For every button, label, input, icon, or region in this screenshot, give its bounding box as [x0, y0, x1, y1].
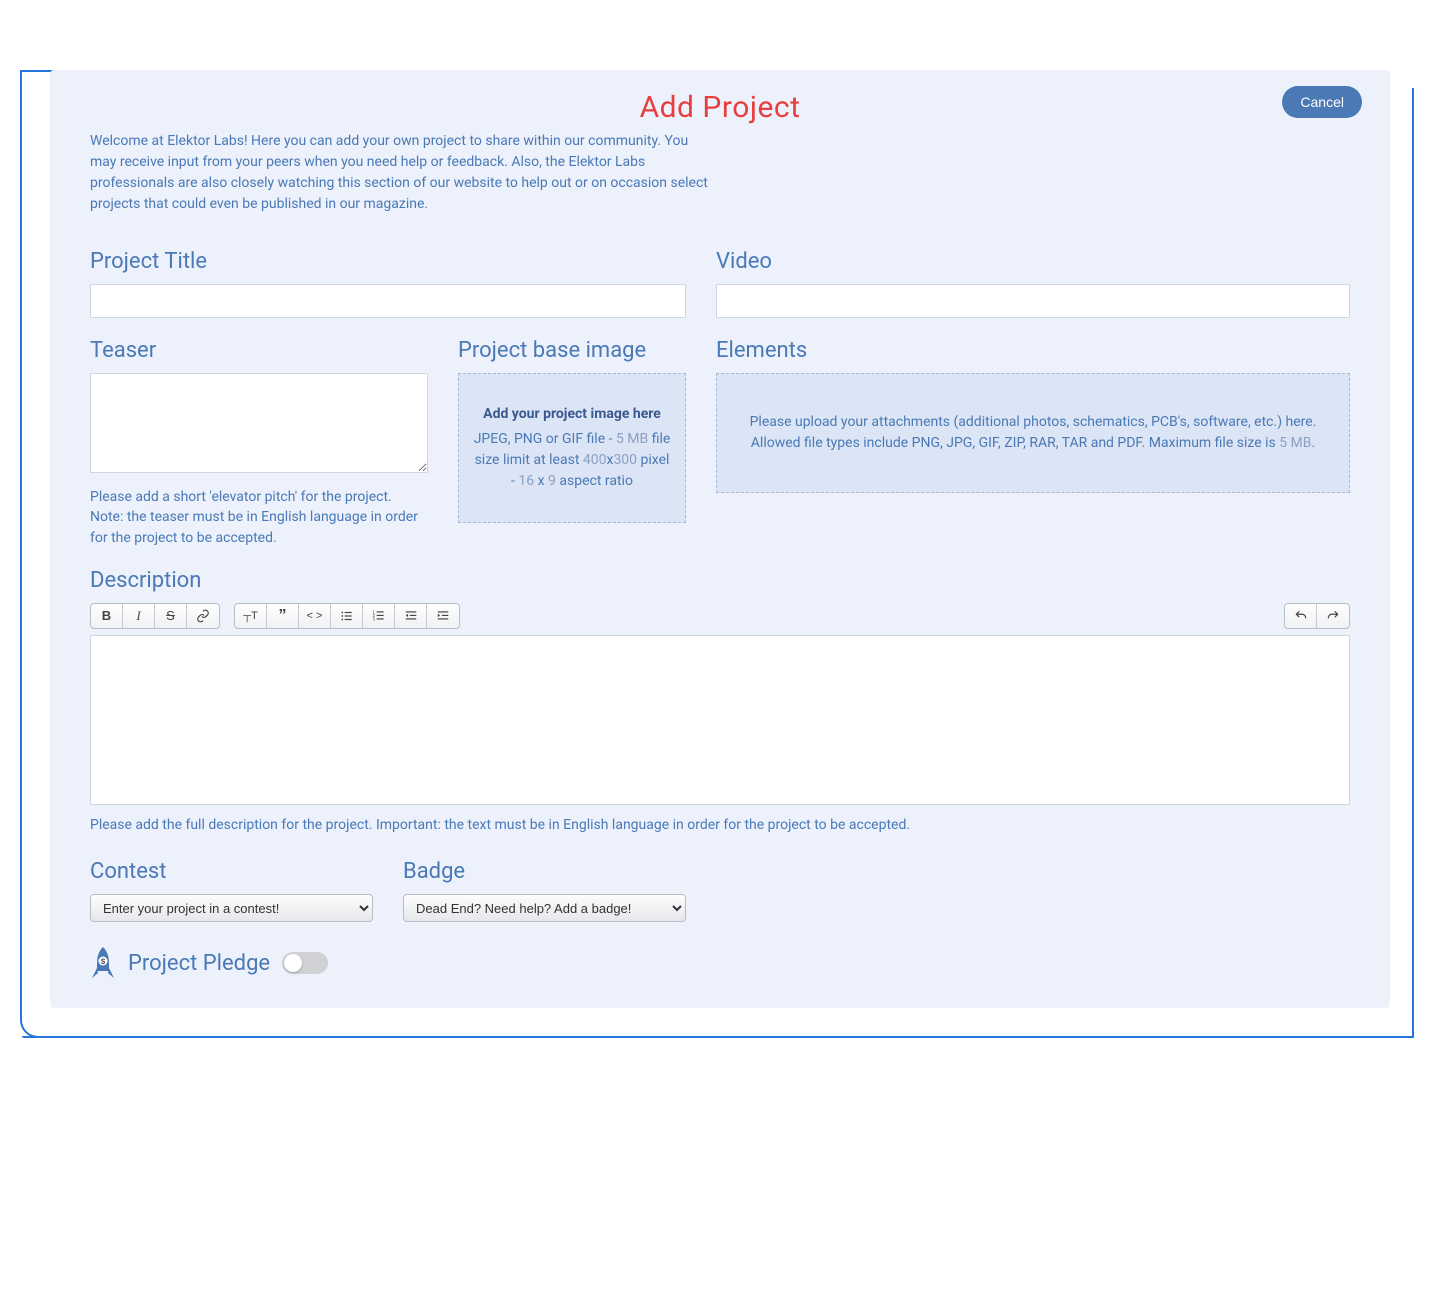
ul-button[interactable] [331, 604, 363, 628]
page-title: Add Project [90, 90, 1350, 125]
project-title-label: Project Title [90, 249, 686, 274]
elements-dropzone[interactable]: Please upload your attachments (addition… [716, 373, 1350, 493]
italic-button[interactable]: I [123, 604, 155, 628]
heading-icon: ┬T [243, 610, 258, 622]
teaser-label: Teaser [90, 338, 428, 363]
quote-icon: ” [279, 607, 287, 625]
pledge-label: Project Pledge [128, 951, 270, 976]
rocket-icon: S [90, 946, 116, 980]
teaser-hint: Please add a short 'elevator pitch' for … [90, 487, 428, 548]
video-label: Video [716, 249, 1350, 274]
contest-label: Contest [90, 859, 373, 884]
elements-label: Elements [716, 338, 1350, 363]
ul-icon [340, 609, 354, 623]
editor-toolbar: B I S ┬T ” < > 123 [90, 603, 1350, 629]
cancel-button[interactable]: Cancel [1282, 86, 1362, 118]
intro-text: Welcome at Elektor Labs! Here you can ad… [90, 131, 710, 215]
link-icon [196, 609, 210, 623]
italic-icon: I [136, 608, 140, 624]
base-image-label: Project base image [458, 338, 686, 363]
description-editor: B I S ┬T ” < > 123 [90, 603, 1350, 805]
indent-icon [436, 609, 450, 623]
quote-button[interactable]: ” [267, 604, 299, 628]
svg-text:3: 3 [372, 617, 375, 622]
bold-icon: B [102, 608, 111, 623]
base-image-dropzone[interactable]: Add your project image here JPEG, PNG or… [458, 373, 686, 523]
video-input[interactable] [716, 284, 1350, 318]
teaser-textarea[interactable] [90, 373, 428, 473]
ol-button[interactable]: 123 [363, 604, 395, 628]
contest-select[interactable]: Enter your project in a contest! [90, 894, 373, 922]
svg-text:S: S [101, 958, 106, 966]
redo-icon [1326, 609, 1340, 623]
badge-label: Badge [403, 859, 686, 884]
project-title-input[interactable] [90, 284, 686, 318]
indent-button[interactable] [427, 604, 459, 628]
pledge-toggle[interactable] [282, 952, 328, 974]
redo-button[interactable] [1317, 604, 1349, 628]
outdent-button[interactable] [395, 604, 427, 628]
strike-button[interactable]: S [155, 604, 187, 628]
badge-select[interactable]: Dead End? Need help? Add a badge! [403, 894, 686, 922]
link-button[interactable] [187, 604, 219, 628]
description-label: Description [90, 568, 1350, 593]
description-hint: Please add the full description for the … [90, 815, 1350, 835]
bold-button[interactable]: B [91, 604, 123, 628]
ol-icon: 123 [372, 609, 386, 623]
code-button[interactable]: < > [299, 604, 331, 628]
strikethrough-icon: S [166, 608, 175, 623]
add-project-panel: Add Project Cancel Welcome at Elektor La… [50, 70, 1390, 1008]
undo-button[interactable] [1285, 604, 1317, 628]
undo-icon [1294, 609, 1308, 623]
outdent-icon [404, 609, 418, 623]
dropzone-title: Add your project image here [471, 404, 673, 425]
code-icon: < > [307, 610, 323, 622]
heading-button[interactable]: ┬T [235, 604, 267, 628]
description-textarea[interactable] [90, 635, 1350, 805]
